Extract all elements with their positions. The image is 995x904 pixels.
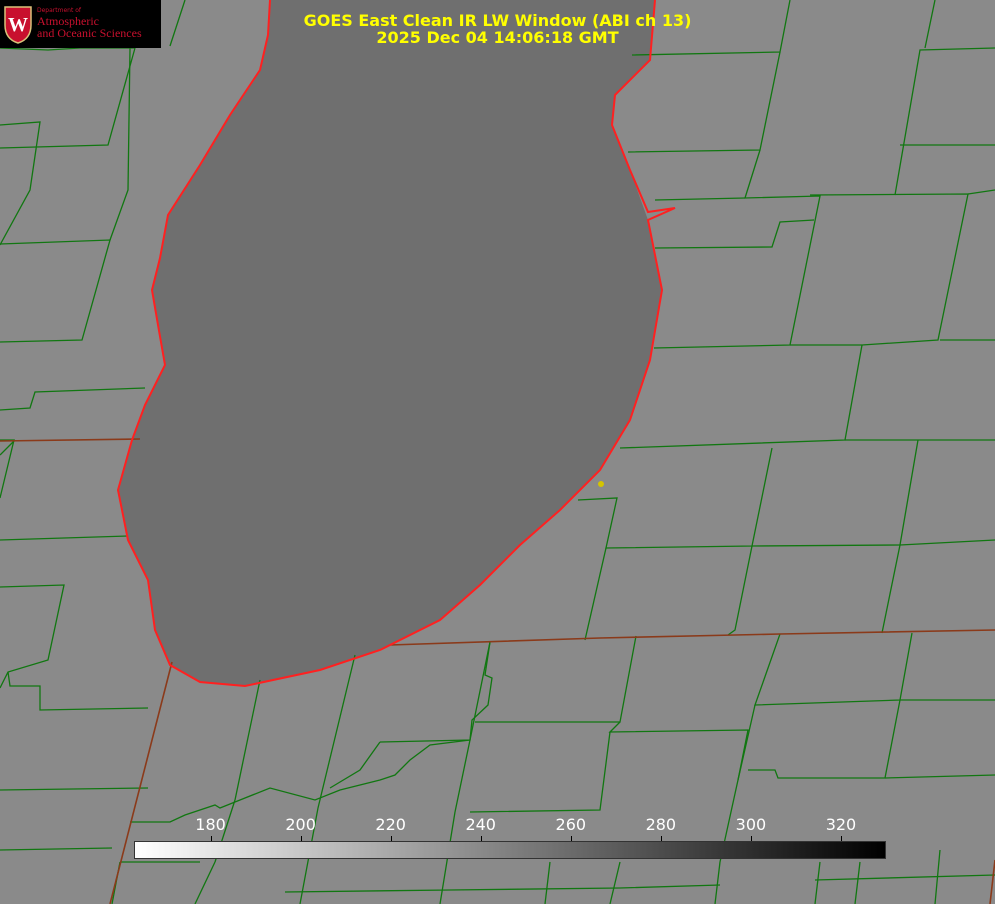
location-marker (598, 481, 604, 487)
colorbar-tick-label: 180 (195, 815, 226, 834)
colorbar-tick-label: 300 (735, 815, 767, 834)
colorbar-tick-label: 240 (465, 815, 496, 834)
title-line-2: 2025 Dec 04 14:06:18 GMT (376, 28, 619, 47)
colorbar-tick-label: 260 (555, 815, 587, 834)
image-title: GOES East Clean IR LW Window (ABI ch 13)… (0, 12, 995, 46)
colorbar (134, 841, 886, 859)
colorbar-tick-label: 280 (645, 815, 677, 834)
satellite-image: W Department of Atmospheric and Oceanic … (0, 0, 995, 904)
colorbar-tick-label: 320 (825, 815, 857, 834)
title-line-1: GOES East Clean IR LW Window (ABI ch 13) (303, 11, 692, 30)
map-layer (0, 0, 995, 904)
colorbar-tick-label: 200 (285, 815, 316, 834)
colorbar-tick-label: 220 (375, 815, 406, 834)
colorbar-ticks: 180 200 220 240 260 280 300 320 (134, 815, 886, 842)
